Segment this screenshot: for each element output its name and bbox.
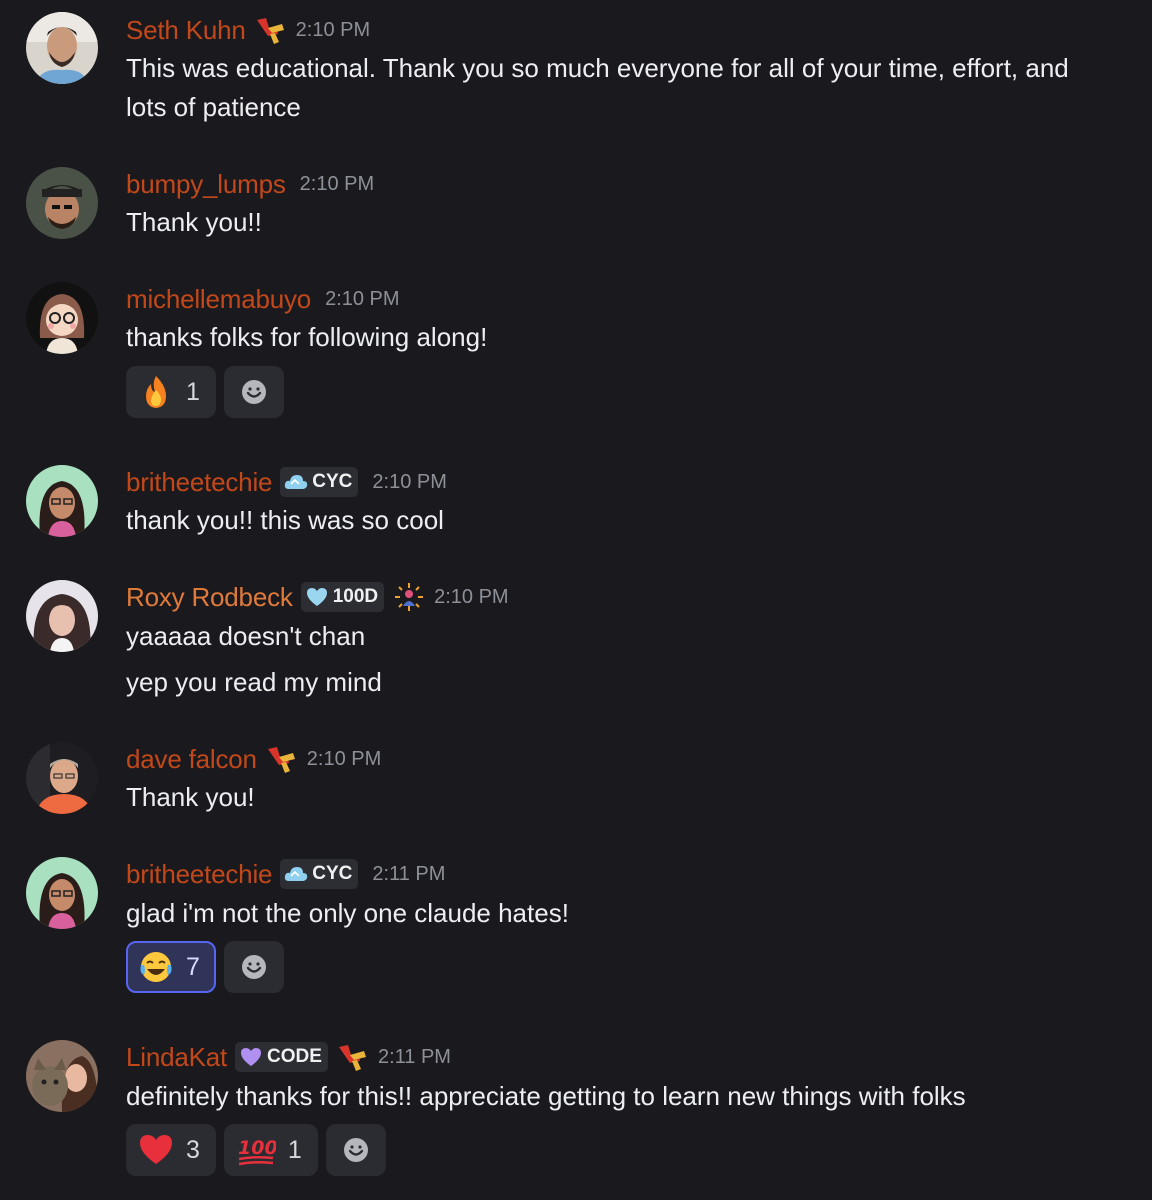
tears-of-joy-emoji-icon	[138, 949, 174, 985]
message-text: glad i'm not the only one claude hates!	[126, 894, 1126, 933]
avatar[interactable]	[26, 580, 98, 652]
svg-text:100: 100	[238, 1137, 276, 1159]
message-text: thank you!! this was so cool	[126, 501, 1126, 540]
timestamp: 2:11 PM	[377, 1045, 451, 1068]
timestamp: 2:11 PM	[372, 862, 446, 885]
fire-emoji-icon	[138, 374, 174, 410]
reaction-count: 1	[186, 377, 200, 406]
reaction-count: 7	[186, 952, 200, 981]
username[interactable]: Seth Kuhn	[126, 15, 246, 46]
smile-icon	[240, 953, 268, 981]
reaction-bar: 3 100 1	[126, 1124, 386, 1176]
message-header: britheetechie CYC 2:11 PM	[126, 856, 445, 892]
message-line: Thank you!!	[126, 207, 262, 237]
server-tag-label: CYC	[312, 471, 353, 492]
server-tag[interactable]: CODE	[235, 1042, 328, 1072]
timestamp: 2:10 PM	[372, 470, 447, 493]
username[interactable]: britheetechie	[126, 467, 272, 498]
message-line: definitely thanks for this!! appreciate …	[126, 1081, 966, 1111]
cloud-icon	[284, 471, 308, 493]
reaction-fire[interactable]: 1	[126, 366, 216, 418]
username[interactable]: LindaKat	[126, 1042, 227, 1073]
message-header: bumpy_lumps 2:10 PM	[126, 166, 374, 202]
message-header: LindaKat CODE 2:11 PM	[126, 1039, 451, 1075]
avatar[interactable]	[26, 12, 98, 84]
message-line: thank you!! this was so cool	[126, 505, 444, 535]
reaction-bar: 1	[126, 366, 284, 418]
message-header: Roxy Rodbeck 100D 2:10 PM	[126, 579, 509, 615]
message-line: lots of patience	[126, 92, 301, 122]
add-reaction-button[interactable]	[223, 366, 284, 418]
red-yellow-role-icon	[336, 1041, 368, 1073]
red-yellow-role-icon	[254, 14, 286, 46]
add-reaction-button[interactable]	[325, 1124, 386, 1176]
username[interactable]: dave falcon	[126, 744, 257, 775]
message-header: michellemabuyo 2:10 PM	[126, 281, 400, 317]
sparkle-person-icon	[394, 582, 424, 612]
message-text: definitely thanks for this!! appreciate …	[126, 1077, 1126, 1116]
server-tag[interactable]: 100D	[300, 582, 385, 612]
hundred-points-emoji-icon: 100	[236, 1132, 276, 1168]
add-reaction-button[interactable]	[223, 941, 284, 993]
avatar[interactable]	[26, 465, 98, 537]
message-text: Thank you!	[126, 778, 1126, 817]
server-tag-label: CODE	[267, 1046, 322, 1067]
timestamp: 2:10 PM	[434, 585, 509, 608]
reaction-count: 1	[287, 1135, 302, 1164]
message-line: Thank you!	[126, 782, 255, 812]
timestamp: 2:10 PM	[325, 287, 400, 310]
server-tag-label: 100D	[332, 586, 379, 607]
message-line: glad i'm not the only one claude hates!	[126, 898, 569, 928]
reaction-tears-of-joy[interactable]: 7	[126, 941, 216, 993]
avatar[interactable]	[26, 167, 98, 239]
avatar[interactable]	[26, 282, 98, 354]
red-heart-emoji-icon	[138, 1132, 174, 1168]
timestamp: 2:10 PM	[295, 18, 371, 41]
reaction-hundred-points[interactable]: 100 1	[223, 1124, 318, 1176]
timestamp: 2:10 PM	[299, 172, 375, 195]
message-line: yep you read my mind	[126, 667, 382, 697]
heart-icon	[305, 586, 329, 608]
message-text: Thank you!!	[126, 203, 1126, 242]
message-line: thanks folks for following along!	[126, 322, 488, 352]
timestamp: 2:10 PM	[306, 747, 382, 770]
username[interactable]: bumpy_lumps	[126, 169, 286, 200]
reaction-red-heart[interactable]: 3	[126, 1124, 216, 1176]
server-tag[interactable]: CYC	[280, 467, 359, 497]
reaction-bar: 7	[126, 941, 284, 993]
server-tag[interactable]: CYC	[280, 859, 359, 889]
username[interactable]: britheetechie	[126, 859, 272, 890]
reaction-count: 3	[186, 1135, 200, 1164]
red-yellow-role-icon	[265, 743, 297, 775]
username[interactable]: michellemabuyo	[126, 284, 311, 315]
smile-icon	[342, 1136, 370, 1164]
message-line: This was educational. Thank you so much …	[126, 53, 1069, 83]
avatar[interactable]	[26, 742, 98, 814]
message-header: dave falcon 2:10 PM	[126, 741, 381, 777]
purple-heart-icon	[239, 1046, 263, 1068]
message-text: yaaaaa doesn't chan yep you read my mind	[126, 617, 1126, 702]
avatar[interactable]	[26, 1040, 98, 1112]
smile-icon	[240, 378, 268, 406]
cloud-icon	[284, 863, 308, 885]
avatar[interactable]	[26, 857, 98, 929]
message-text: thanks folks for following along!	[126, 318, 1126, 357]
message-line: yaaaaa doesn't chan	[126, 621, 366, 651]
message-header: Seth Kuhn 2:10 PM	[126, 12, 370, 48]
server-tag-label: CYC	[312, 863, 353, 884]
message-header: britheetechie CYC 2:10 PM	[126, 464, 447, 500]
username[interactable]: Roxy Rodbeck	[126, 582, 293, 613]
message-text: This was educational. Thank you so much …	[126, 49, 1126, 127]
